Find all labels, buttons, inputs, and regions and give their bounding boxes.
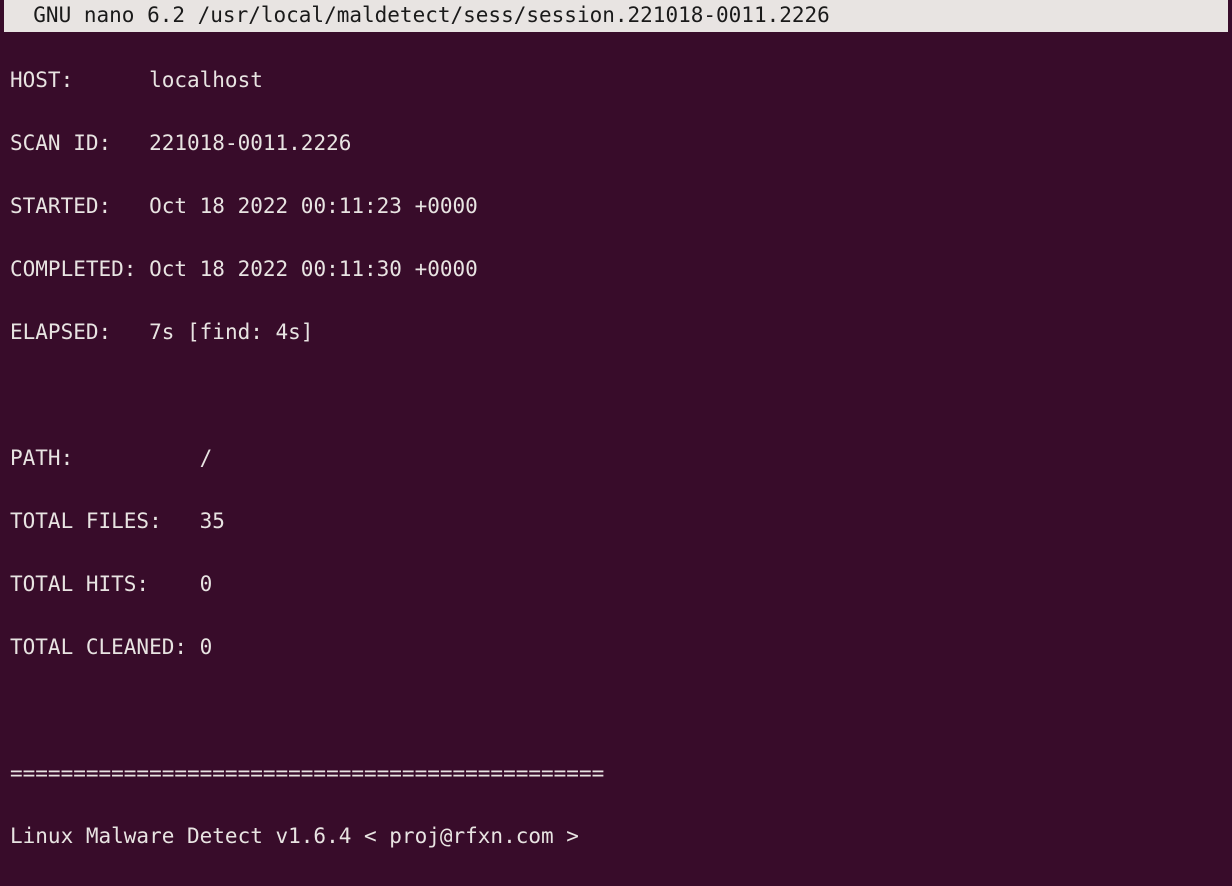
editor-title-bar: GNU nano 6.2 /usr/local/maldetect/sess/s… [4, 0, 1228, 32]
title-bar-text: GNU nano 6.2 /usr/local/maldetect/sess/s… [8, 3, 994, 27]
divider: ========================================… [10, 761, 604, 785]
editor-content[interactable]: HOST: localhost SCAN ID: 221018-0011.222… [0, 32, 1232, 886]
blank-line-1 [10, 380, 1222, 412]
started-label: STARTED: [10, 194, 111, 218]
started-line: STARTED: Oct 18 2022 00:11:23 +0000 [10, 191, 1222, 223]
totalcleaned-line: TOTAL CLEANED: 0 [10, 632, 1222, 664]
totalfiles-value: 35 [200, 509, 225, 533]
blank-line-2 [10, 695, 1222, 727]
completed-value: Oct 18 2022 00:11:30 +0000 [149, 257, 478, 281]
elapsed-value: 7s [find: 4s] [149, 320, 313, 344]
totalcleaned-value: 0 [200, 635, 213, 659]
host-line: HOST: localhost [10, 65, 1222, 97]
host-value: localhost [149, 68, 263, 92]
path-line: PATH: / [10, 443, 1222, 475]
completed-label: COMPLETED: [10, 257, 136, 281]
totalfiles-label: TOTAL FILES: [10, 509, 162, 533]
footer-line: Linux Malware Detect v1.6.4 < proj@rfxn.… [10, 821, 1222, 853]
totalhits-value: 0 [200, 572, 213, 596]
host-label: HOST: [10, 68, 73, 92]
elapsed-label: ELAPSED: [10, 320, 111, 344]
path-value: / [200, 446, 213, 470]
totalcleaned-label: TOTAL CLEANED: [10, 635, 187, 659]
started-value: Oct 18 2022 00:11:23 +0000 [149, 194, 478, 218]
totalfiles-line: TOTAL FILES: 35 [10, 506, 1222, 538]
path-label: PATH: [10, 446, 73, 470]
scanid-line: SCAN ID: 221018-0011.2226 [10, 128, 1222, 160]
scanid-value: 221018-0011.2226 [149, 131, 351, 155]
footer-text: Linux Malware Detect v1.6.4 < proj@rfxn.… [10, 824, 579, 848]
totalhits-label: TOTAL HITS: [10, 572, 149, 596]
scanid-label: SCAN ID: [10, 131, 111, 155]
completed-line: COMPLETED: Oct 18 2022 00:11:30 +0000 [10, 254, 1222, 286]
elapsed-line: ELAPSED: 7s [find: 4s] [10, 317, 1222, 349]
totalhits-line: TOTAL HITS: 0 [10, 569, 1222, 601]
divider-line: ========================================… [10, 758, 1222, 790]
